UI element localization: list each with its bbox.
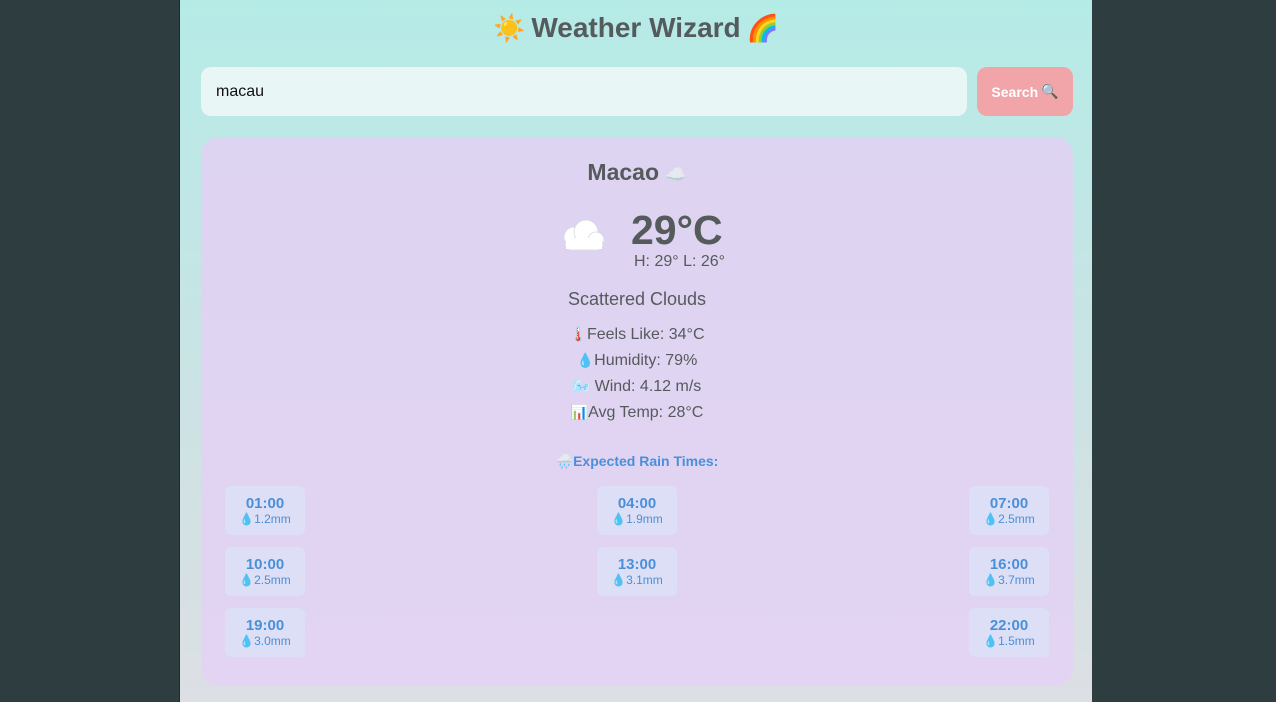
rain-slot-amount: 💧1.9mm (611, 512, 663, 527)
sun-icon: ☀️ (492, 12, 526, 43)
droplet-icon: 💧 (611, 572, 627, 587)
rain-slot-amount-text: 1.5mm (998, 633, 1035, 648)
rain-slot-amount: 💧3.0mm (239, 634, 291, 649)
search-bar: Search 🔍 (201, 67, 1073, 116)
droplet-icon: 💧 (576, 352, 595, 368)
page-title: ☀️ Weather Wizard 🌈 (180, 12, 1092, 44)
city-name-text: Macao (587, 159, 660, 185)
weather-description: Scattered Clouds (567, 289, 707, 309)
search-button[interactable]: Search 🔍 (977, 67, 1073, 116)
magnifier-icon: 🔍 (1041, 83, 1059, 99)
rain-slot: 19:00 💧3.0mm (225, 608, 305, 657)
rain-slot-amount: 💧2.5mm (239, 573, 291, 588)
search-button-label: Search (991, 83, 1039, 100)
feels-like-text: Feels Like: 34°C (586, 326, 705, 343)
rain-slot-amount-text: 1.9mm (626, 511, 663, 526)
weather-card: Macao ☁️ 29°C H: 29° L: 26° Scattered Cl… (201, 137, 1073, 686)
city-search-input[interactable] (201, 67, 967, 116)
rain-times-heading: 🌧️Expected Rain Times: (201, 453, 1073, 470)
rain-slot-amount-text: 3.1mm (626, 572, 663, 587)
rain-slot-amount-text: 3.0mm (254, 633, 291, 648)
rain-slot-time: 19:00 (245, 616, 285, 634)
rain-slot-time: 10:00 (245, 555, 285, 573)
feels-like-row: 🌡️Feels Like: 34°C (201, 323, 1073, 349)
bar-chart-icon: 📊 (570, 404, 589, 420)
rainbow-icon: 🌈 (746, 12, 780, 43)
cloud-icon-small: ☁️ (665, 165, 687, 184)
rain-slot-time: 16:00 (989, 555, 1029, 573)
rain-slot-time: 01:00 (245, 494, 285, 512)
droplet-icon: 💧 (239, 633, 255, 648)
rain-slot-time: 22:00 (989, 616, 1029, 634)
avg-temp-text: Avg Temp: 28°C (588, 404, 704, 421)
rain-slot-empty (597, 608, 677, 657)
rain-slot-amount: 💧1.5mm (983, 634, 1035, 649)
avg-temp-row: 📊Avg Temp: 28°C (201, 401, 1073, 427)
page-title-text: Weather Wizard (531, 12, 741, 43)
rain-times-grid: 01:00 💧1.2mm 04:00 💧1.9mm 07:00 💧2.5mm 1… (225, 486, 1049, 657)
rain-slot-amount-text: 2.5mm (998, 511, 1035, 526)
thermometer-icon: 🌡️ (569, 326, 587, 342)
high-low-temperature: H: 29° L: 26° (634, 253, 726, 270)
droplet-icon: 💧 (983, 511, 999, 526)
rain-times-heading-text: Expected Rain Times: (573, 453, 719, 469)
humidity-text: Humidity: 79% (594, 352, 698, 369)
city-name: Macao ☁️ (201, 159, 1073, 186)
rain-slot-time: 04:00 (617, 494, 657, 512)
rain-slot-time: 07:00 (989, 494, 1029, 512)
droplet-icon: 💧 (239, 572, 255, 587)
weather-details: 🌡️Feels Like: 34°C 💧Humidity: 79% 🌬️ Win… (201, 323, 1073, 427)
rain-slot-amount: 💧2.5mm (983, 512, 1035, 527)
rain-slot: 01:00 💧1.2mm (225, 486, 305, 535)
wind-row: 🌬️ Wind: 4.12 m/s (201, 375, 1073, 401)
rain-slot-amount-text: 2.5mm (254, 572, 291, 587)
droplet-icon: 💧 (611, 511, 627, 526)
rain-slot-amount-text: 3.7mm (998, 572, 1035, 587)
rain-slot-amount: 💧3.7mm (983, 573, 1035, 588)
droplet-icon: 💧 (239, 511, 255, 526)
rain-slot-amount-text: 1.2mm (254, 511, 291, 526)
rain-slot: 10:00 💧2.5mm (225, 547, 305, 596)
wind-text: Wind: 4.12 m/s (590, 378, 702, 395)
rain-slot-amount: 💧3.1mm (611, 573, 663, 588)
rain-cloud-icon: 🌧️ (555, 453, 574, 469)
droplet-icon: 💧 (983, 633, 999, 648)
rain-slot-amount: 💧1.2mm (239, 512, 291, 527)
rain-slot-time: 13:00 (617, 555, 657, 573)
droplet-icon: 💧 (983, 572, 999, 587)
cloud-icon (563, 219, 605, 251)
temperature: 29°C (631, 207, 723, 253)
wind-icon: 🌬️ (572, 378, 591, 394)
rain-slot: 13:00 💧3.1mm (597, 547, 677, 596)
rain-slot: 04:00 💧1.9mm (597, 486, 677, 535)
humidity-row: 💧Humidity: 79% (201, 349, 1073, 375)
rain-slot: 07:00 💧2.5mm (969, 486, 1049, 535)
rain-slot: 22:00 💧1.5mm (969, 608, 1049, 657)
app-window: ☀️ Weather Wizard 🌈 Search 🔍 Macao ☁️ 29… (179, 0, 1092, 702)
rain-slot: 16:00 💧3.7mm (969, 547, 1049, 596)
